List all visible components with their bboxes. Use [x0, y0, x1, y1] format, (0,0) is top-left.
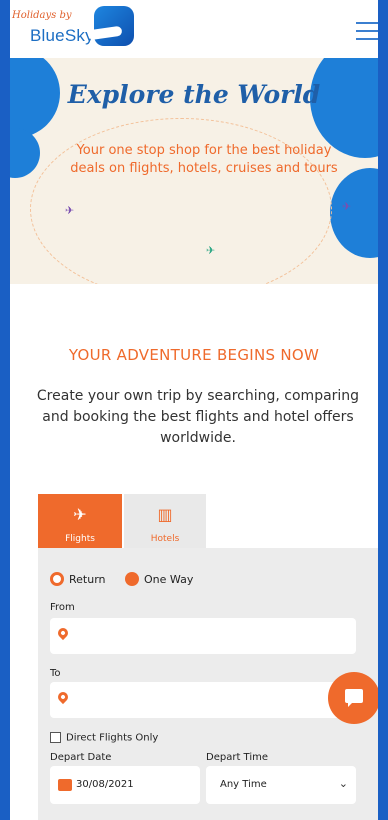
direct-flights-checkbox[interactable]	[50, 732, 61, 743]
hero-banner: ✈ ✈ ✈ Explore the World Your one stop sh…	[10, 58, 378, 284]
one-way-label: One Way	[144, 572, 194, 586]
depart-date-input[interactable]: 30/08/2021	[50, 766, 200, 804]
logo-name: BlueSky	[30, 26, 94, 45]
logo-tagline: Holidays by	[12, 10, 72, 21]
trip-type-group: Return One Way	[50, 572, 209, 586]
hotel-icon: ▥	[157, 505, 173, 524]
depart-time-select[interactable]: Any Time ⌄	[206, 766, 356, 804]
location-pin-icon	[55, 689, 71, 705]
from-input[interactable]	[50, 618, 356, 654]
depart-time-value: Any Time	[220, 779, 267, 790]
logo-mark-icon	[94, 6, 134, 46]
intro-heading: YOUR ADVENTURE BEGINS NOW	[68, 346, 320, 364]
tab-label: Hotels	[150, 534, 180, 544]
depart-time-label: Depart Time	[206, 752, 269, 763]
one-way-radio[interactable]	[125, 572, 140, 586]
depart-date-label: Depart Date	[50, 752, 112, 763]
chevron-down-icon: ⌄	[338, 777, 348, 790]
flight-search-panel: Return One Way From To Direct Flights On…	[38, 548, 378, 820]
tab-label: Flights	[65, 534, 95, 544]
direct-flights-row: Direct Flights Only	[50, 732, 158, 744]
location-pin-icon	[55, 625, 71, 641]
to-input[interactable]	[50, 682, 356, 718]
return-label: Return	[69, 572, 106, 586]
calendar-icon	[58, 779, 72, 791]
intro-text: Create your own trip by searching, compa…	[36, 388, 360, 446]
chat-icon	[345, 689, 363, 707]
tab-hotels[interactable]: ▥ Hotels	[124, 494, 206, 548]
return-radio[interactable]	[50, 572, 64, 586]
chat-button[interactable]	[328, 672, 378, 724]
site-header: Holidays by BlueSky	[10, 0, 378, 58]
plane-icon: ✈	[342, 200, 352, 213]
direct-flights-label: Direct Flights Only	[66, 732, 159, 744]
hero-subtitle: Your one stop shop for the best holiday …	[70, 143, 338, 176]
plane-icon: ✈	[206, 244, 216, 257]
map-continent-decoration	[330, 168, 378, 258]
to-label: To	[50, 668, 61, 679]
hamburger-icon[interactable]	[356, 22, 378, 42]
hero-title: Explore the World	[67, 80, 321, 109]
from-label: From	[50, 602, 75, 613]
logo[interactable]: Holidays by BlueSky	[12, 6, 152, 52]
tab-flights[interactable]: ✈ Flights	[38, 494, 122, 548]
map-continent-decoration	[10, 128, 40, 178]
plane-icon: ✈	[73, 505, 87, 524]
plane-icon: ✈	[65, 204, 75, 217]
depart-date-value: 30/08/2021	[76, 779, 134, 790]
page: Holidays by BlueSky ✈ ✈ ✈ Explore the Wo…	[10, 0, 378, 820]
